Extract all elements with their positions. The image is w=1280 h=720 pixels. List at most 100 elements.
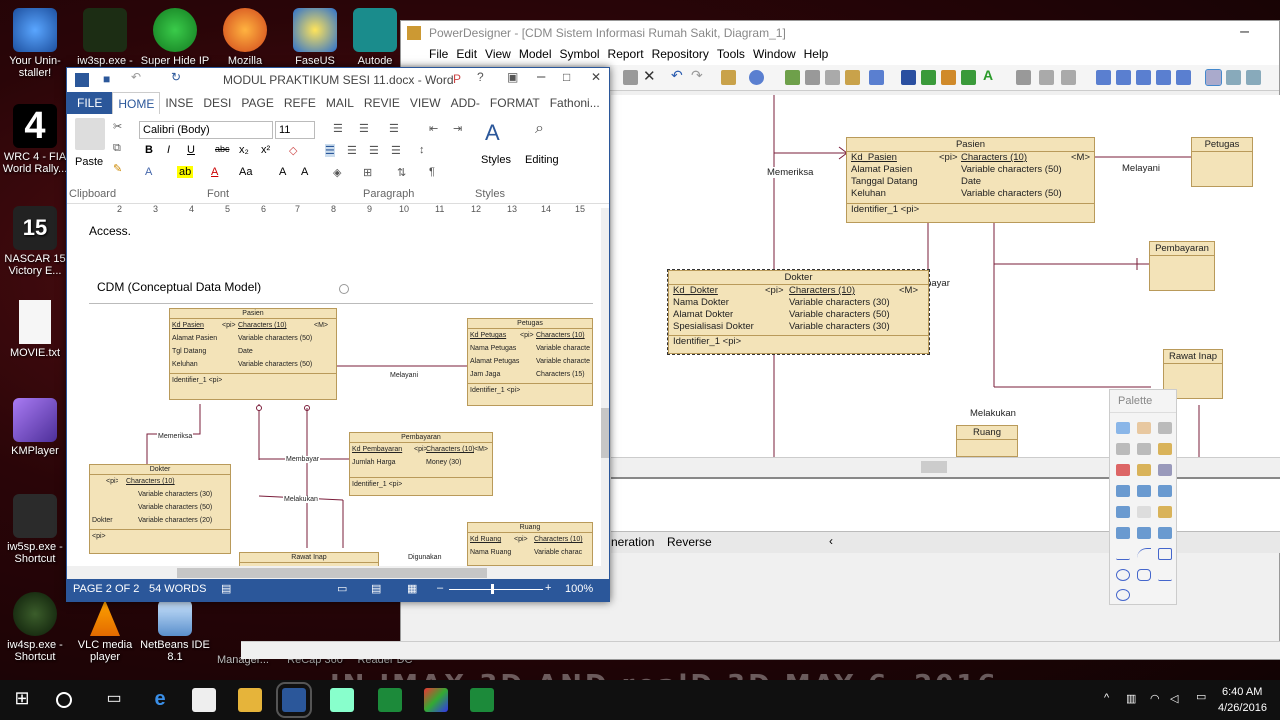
desktop-icon-netbeans[interactable]: NetBeans IDE 8.1 (140, 600, 210, 663)
wifi-icon[interactable]: ◠ (1150, 692, 1160, 705)
tab-review[interactable]: REVIE (359, 92, 405, 114)
ribbon-options-icon[interactable]: ▣ (507, 70, 518, 84)
print-layout-icon[interactable]: ▤ (371, 582, 381, 595)
association-icon[interactable] (1158, 485, 1172, 497)
file-explorer-icon[interactable] (238, 688, 262, 712)
show-marks-icon[interactable]: ¶ (429, 166, 435, 178)
desktop-icon-easeus[interactable]: FaseUS (280, 8, 350, 67)
tree-icon[interactable] (961, 70, 976, 85)
tab-page-layout[interactable]: PAGE (236, 92, 278, 114)
pd-diagram-canvas[interactable]: Memeriksa Melayani Membayar Melakukan Pa… (611, 95, 1280, 457)
borders-icon[interactable]: ⊞ (363, 166, 372, 179)
zoom-slider-thumb[interactable] (491, 584, 494, 594)
underline-button[interactable]: U (187, 144, 195, 156)
layout-icon[interactable] (1136, 70, 1151, 85)
polyline-icon[interactable] (1158, 569, 1172, 581)
scroll-thumb[interactable] (921, 461, 947, 473)
word-vscrollbar[interactable] (601, 208, 609, 568)
line-icon[interactable] (1116, 527, 1130, 539)
package-icon[interactable] (1158, 443, 1172, 455)
pd-hscrollbar[interactable] (611, 457, 1280, 477)
chevron-left-icon[interactable]: ‹ (829, 534, 833, 548)
desktop-icon-iw3sp[interactable]: iw3sp.exe - (70, 8, 140, 67)
tab-format[interactable]: FORMAT (485, 92, 545, 114)
justify-icon[interactable]: ☰ (391, 144, 401, 157)
grow-font-icon[interactable]: A (279, 166, 286, 178)
menu-view[interactable]: View (485, 45, 519, 65)
check-icon[interactable] (869, 70, 884, 85)
bold-button[interactable]: B (145, 144, 153, 156)
rectangle-icon[interactable] (1158, 548, 1172, 560)
table-icon[interactable] (1158, 464, 1172, 476)
shrink-font-icon[interactable]: A (301, 166, 308, 178)
close-icon[interactable]: ✕ (643, 67, 658, 85)
tab-view[interactable]: VIEW (405, 92, 446, 114)
notification-icon[interactable]: ▭ (1196, 690, 1206, 703)
layout-icon[interactable] (1116, 70, 1131, 85)
view-icon[interactable] (1205, 69, 1222, 86)
entity-pembayaran[interactable]: Pembayaran (1149, 241, 1215, 291)
font-size-select[interactable]: 11 (275, 121, 315, 139)
tab-generation[interactable]: neration (611, 535, 654, 549)
align-center-icon[interactable]: ☰ (347, 144, 357, 157)
generate-icon[interactable] (901, 70, 916, 85)
clock-time[interactable]: 6:40 AM (1222, 686, 1262, 698)
text-icon[interactable]: A (983, 67, 998, 83)
read-mode-icon[interactable]: ▭ (337, 582, 347, 595)
styles-button[interactable]: Styles (481, 154, 511, 166)
account-name[interactable]: Fathoni... (545, 92, 605, 114)
editing-button[interactable]: Editing (525, 154, 559, 166)
account-icon[interactable]: P (453, 72, 461, 86)
minimize-icon[interactable]: – (537, 68, 545, 85)
desktop-icon-hideip[interactable]: Super Hide IP (140, 8, 210, 67)
circle-icon[interactable] (1116, 569, 1130, 581)
note-icon[interactable] (1158, 506, 1172, 518)
desktop-icon-vlc[interactable]: VLC media player (70, 600, 140, 663)
desktop-icon-nascar[interactable]: 15 NASCAR 15 Victory E... (0, 206, 70, 277)
ellipse-icon[interactable] (1137, 527, 1151, 539)
scissors-icon[interactable] (1116, 464, 1130, 476)
close-icon[interactable]: ✕ (591, 70, 601, 84)
zoom-icon[interactable] (1137, 443, 1151, 455)
change-case-icon[interactable]: Aa (239, 166, 252, 178)
copy-icon[interactable]: ⧉ (113, 142, 121, 155)
line-spacing-icon[interactable]: ↕ (419, 144, 425, 156)
word-count[interactable]: 54 WORDS (149, 583, 206, 595)
scroll-thumb[interactable] (601, 408, 609, 458)
tab-home[interactable]: HOME (112, 92, 161, 114)
entity-pasien[interactable]: Pasien Kd_Pasien <pi> Characters (10) <M> A… (846, 137, 1095, 223)
tab-design[interactable]: DESI (198, 92, 236, 114)
italic-button[interactable]: I (167, 144, 170, 156)
menu-model[interactable]: Model (519, 45, 560, 65)
desktop-icon-uninstaller[interactable]: Your Unin-staller! (0, 8, 70, 79)
rounded-rect-icon[interactable] (1137, 569, 1151, 581)
tab-references[interactable]: REFE (279, 92, 321, 114)
horizontal-ruler[interactable]: 2 3 4 5 6 7 8 9 10 11 12 13 14 15 (67, 204, 609, 216)
desktop-icon-kmplayer[interactable]: KMPlayer (0, 398, 70, 457)
freeform-icon[interactable] (1116, 589, 1130, 601)
arrow-left-icon[interactable] (1039, 70, 1054, 85)
menu-tools[interactable]: Tools (717, 45, 753, 65)
paste-icon[interactable] (75, 118, 105, 150)
layout-icon[interactable] (1096, 70, 1111, 85)
tab-file[interactable]: FILE (67, 92, 113, 114)
word-hscrollbar[interactable] (67, 566, 609, 580)
font-color-icon[interactable]: A (211, 166, 218, 178)
menu-window[interactable]: Window (753, 45, 804, 65)
menu-report[interactable]: Report (608, 45, 652, 65)
model-icon[interactable] (785, 70, 800, 85)
undo-icon[interactable]: ↶ (671, 67, 686, 83)
sort-icon[interactable]: ⇅ (397, 166, 406, 179)
text-effects-icon[interactable]: A (145, 166, 152, 178)
volume-icon[interactable]: ◁ (1170, 692, 1178, 705)
store-icon[interactable] (192, 688, 216, 712)
align-left-icon[interactable]: ☰ (325, 144, 335, 157)
numbering-icon[interactable]: ☰ (359, 122, 369, 135)
view-icon[interactable] (1246, 70, 1261, 85)
bullets-icon[interactable]: ☰ (333, 122, 343, 135)
proofing-icon[interactable]: ▤ (221, 582, 231, 595)
print-icon[interactable] (623, 70, 638, 85)
desktop-icon-movie[interactable]: MOVIE.txt (0, 300, 70, 359)
line-tool-icon[interactable] (1116, 548, 1130, 560)
menu-file[interactable]: File (429, 45, 456, 65)
